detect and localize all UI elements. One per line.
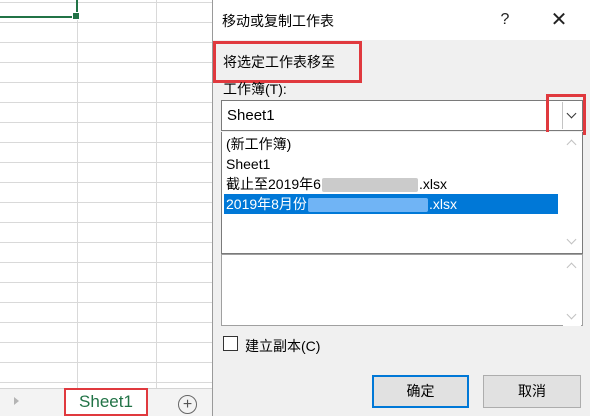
- list-item-suffix: .xlsx: [418, 176, 447, 192]
- ok-button[interactable]: 确定: [372, 375, 469, 408]
- sheet-tab-sheet1[interactable]: Sheet1: [64, 388, 148, 416]
- scroll-up-icon[interactable]: [566, 139, 577, 150]
- create-copy-label: 建立副本(C): [245, 338, 321, 354]
- list-item-august-file[interactable]: 2019年8月份 .xlsx: [224, 194, 558, 214]
- scroll-up-icon[interactable]: [566, 262, 577, 273]
- help-icon[interactable]: ?: [493, 8, 517, 32]
- selected-cell[interactable]: [0, 0, 80, 20]
- workbook-combobox-value: Sheet1: [227, 107, 275, 124]
- plus-circle-icon[interactable]: +: [178, 395, 197, 414]
- annotation-highlight-label: [213, 41, 362, 83]
- annotation-highlight-arrow: [546, 94, 586, 135]
- cell-grid[interactable]: [0, 0, 212, 388]
- create-copy-checkbox[interactable]: [223, 336, 238, 351]
- list-item-sheet1[interactable]: Sheet1: [224, 154, 558, 174]
- spreadsheet-area: Sheet1 +: [0, 0, 212, 416]
- dialog-titlebar: 移动或复制工作表 ? ✕: [213, 0, 590, 40]
- dialog-title: 移动或复制工作表: [222, 13, 334, 29]
- list-item-new-workbook[interactable]: (新工作簿): [224, 134, 558, 154]
- dropdown-scrollbar[interactable]: [563, 133, 581, 251]
- close-icon[interactable]: ✕: [547, 8, 571, 32]
- redacted-blur: [321, 178, 418, 193]
- tab-scroll-left-icon[interactable]: [14, 397, 19, 405]
- scroll-down-icon[interactable]: [566, 309, 577, 320]
- workbook-dropdown-list: (新工作簿) Sheet1 截止至2019年6 .xlsx 2019年8月份 .xl…: [221, 132, 583, 254]
- workbook-combobox[interactable]: Sheet1: [221, 100, 583, 131]
- cancel-button[interactable]: 取消: [483, 375, 581, 408]
- list-item-prefix: 截止至2019年6: [226, 176, 321, 192]
- sheet-tab-bar: Sheet1 +: [0, 388, 212, 416]
- sheet-position-list[interactable]: [221, 254, 583, 326]
- scroll-down-icon[interactable]: [566, 234, 577, 245]
- move-copy-dialog: 移动或复制工作表 ? ✕ 将选定工作表移至 工作簿(T): Sheet1 (新工…: [212, 0, 590, 416]
- list-item-june-file[interactable]: 截止至2019年6 .xlsx: [224, 174, 558, 194]
- list-item-prefix: 2019年8月份: [226, 196, 307, 212]
- redacted-blur: [307, 198, 428, 213]
- sheet-list-scrollbar[interactable]: [563, 256, 581, 326]
- list-item-suffix: .xlsx: [428, 196, 457, 212]
- workbook-label: 工作簿(T):: [223, 81, 287, 97]
